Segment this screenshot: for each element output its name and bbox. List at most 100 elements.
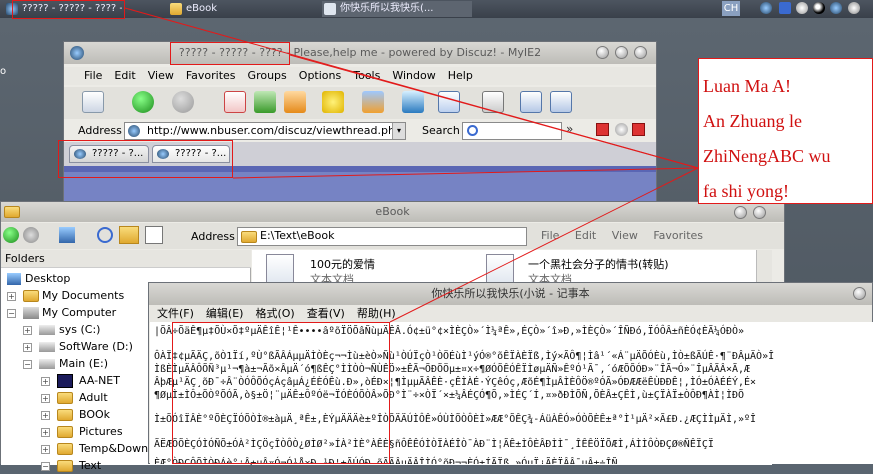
new-page-icon[interactable] <box>82 91 104 113</box>
close-button[interactable] <box>634 46 647 59</box>
notepad-minimize-button[interactable] <box>853 287 866 300</box>
folder-icon <box>57 426 73 438</box>
menu-groups[interactable]: Groups <box>242 67 293 85</box>
columns-icon[interactable] <box>482 91 504 113</box>
tray-status-icon[interactable] <box>848 2 860 14</box>
expand-icon[interactable]: + <box>23 343 32 352</box>
tree-item-aa-net[interactable]: + AA-NET <box>41 373 120 389</box>
collapse-icon[interactable]: − <box>23 360 32 369</box>
annotation-line: fa shi yong! <box>703 181 789 201</box>
menu-window[interactable]: Window <box>386 67 441 85</box>
notepad-menu-view[interactable]: 查看(V) <box>301 305 351 323</box>
tree-item-text[interactable]: − Text <box>41 458 101 474</box>
explorer-menu-file[interactable]: File <box>541 229 559 242</box>
search-input[interactable] <box>462 122 562 140</box>
notepad-menu-format[interactable]: 格式(O) <box>249 305 300 323</box>
taskbar-item-notepad[interactable]: 你快乐所以我快乐(... <box>322 1 472 17</box>
expand-icon[interactable]: + <box>7 292 16 301</box>
browser-toolbar <box>64 87 656 119</box>
folders-icon[interactable] <box>119 226 139 244</box>
tab-list-icon[interactable] <box>615 123 628 136</box>
close-tab-icon[interactable] <box>596 123 609 136</box>
menu-help[interactable]: Help <box>442 67 479 85</box>
explorer-folder-icon[interactable] <box>4 206 20 218</box>
groups-icon[interactable] <box>362 91 384 113</box>
menu-edit[interactable]: Edit <box>108 67 141 85</box>
tree-item-main-e[interactable]: − Main (E:) <box>23 356 108 372</box>
annotation-line: An Zhuang le <box>703 111 802 131</box>
page-icon <box>128 125 140 137</box>
tray-globe-icon[interactable] <box>830 2 842 14</box>
annotation-note: Luan Ma A! An Zhuang le ZhiNengABC wu fa… <box>698 58 873 204</box>
menu-options[interactable]: Options <box>293 67 347 85</box>
collapse-icon[interactable]: − <box>41 462 50 471</box>
tree-label: Text <box>79 459 102 472</box>
expand-icon[interactable]: + <box>41 445 50 454</box>
tree-label: SoftWare (D:) <box>59 340 133 353</box>
views-icon[interactable] <box>145 226 163 244</box>
tree-item-desktop[interactable]: Desktop <box>7 271 70 287</box>
taskbar-item-explorer[interactable]: eBook <box>168 1 288 17</box>
folder-icon <box>57 409 73 421</box>
notepad-menu-edit[interactable]: 编辑(E) <box>200 305 250 323</box>
search-icon[interactable] <box>97 227 113 243</box>
tree-item-software-d[interactable]: + SoftWare (D:) <box>23 339 133 355</box>
tree-item-my-documents[interactable]: + My Documents <box>7 288 124 304</box>
tray-app-icon[interactable] <box>779 2 791 14</box>
sidebar-icon[interactable] <box>520 91 542 113</box>
menu-favorites[interactable]: Favorites <box>180 67 242 85</box>
tree-item-pictures[interactable]: + Pictures <box>41 424 123 440</box>
expand-icon[interactable]: + <box>41 377 50 386</box>
computer-icon <box>23 307 39 319</box>
popup-icon[interactable] <box>402 91 424 113</box>
up-icon[interactable] <box>59 227 75 243</box>
notepad-menu-file[interactable]: 文件(F) <box>151 305 200 323</box>
tree-item-my-computer[interactable]: − My Computer <box>7 305 116 321</box>
minimize-button[interactable] <box>596 46 609 59</box>
url-dropdown-arrow[interactable]: ▾ <box>392 123 405 139</box>
forward-icon[interactable] <box>23 227 39 243</box>
tray-panda-icon[interactable] <box>813 2 825 14</box>
explorer-menu-view[interactable]: View <box>612 229 638 242</box>
favorites-star-icon[interactable] <box>322 91 344 113</box>
tree-label: Main (E:) <box>59 357 108 370</box>
explorer-menu-favorites[interactable]: Favorites <box>653 229 703 242</box>
search-more-icon[interactable]: » <box>566 122 580 138</box>
undo-close-icon[interactable] <box>438 91 460 113</box>
expand-icon[interactable]: + <box>41 394 50 403</box>
notepad-menu-help[interactable]: 帮助(H) <box>351 305 402 323</box>
expand-icon[interactable]: + <box>41 411 50 420</box>
explorer-menu-edit[interactable]: Edit <box>575 229 596 242</box>
explorer-title: eBook <box>375 205 410 218</box>
menu-file[interactable]: File <box>78 67 108 85</box>
language-indicator[interactable]: CH <box>722 1 740 16</box>
star-folder-icon <box>57 374 73 388</box>
expand-icon[interactable]: + <box>41 428 50 437</box>
stop-icon[interactable] <box>224 91 246 113</box>
browser-url-input[interactable]: http://www.nbuser.com/discuz/viewthread.… <box>124 122 406 140</box>
tree-item-temp-downloads[interactable]: + Temp&Downlo <box>41 441 158 457</box>
forward-icon[interactable] <box>172 91 194 113</box>
maximize-button[interactable] <box>615 46 628 59</box>
back-icon[interactable] <box>132 91 154 113</box>
expand-icon[interactable]: + <box>23 326 32 335</box>
menu-tools[interactable]: Tools <box>347 67 386 85</box>
browser-url-text: http://www.nbuser.com/discuz/viewthread.… <box>147 124 406 137</box>
menu-view[interactable]: View <box>142 67 180 85</box>
tray-volume-icon[interactable] <box>796 2 808 14</box>
collapse-icon[interactable]: − <box>7 309 16 318</box>
refresh-icon[interactable] <box>254 91 276 113</box>
tools-icon[interactable] <box>550 91 572 113</box>
home-icon[interactable] <box>284 91 306 113</box>
back-icon[interactable] <box>3 227 19 243</box>
tree-item-adult[interactable]: + Adult <box>41 390 108 406</box>
taskbar-item-label: eBook <box>186 3 218 14</box>
highlight-taskbar-title <box>12 0 125 19</box>
tray-network-icon[interactable] <box>760 2 772 14</box>
close-all-icon[interactable] <box>632 123 645 136</box>
browser-app-icon[interactable] <box>70 46 84 60</box>
tree-item-book[interactable]: + BOOk <box>41 407 110 423</box>
explorer-path-input[interactable]: E:\Text\eBook <box>237 227 527 246</box>
tree-item-sys-c[interactable]: + sys (C:) <box>23 322 100 338</box>
drive-icon <box>39 325 55 335</box>
